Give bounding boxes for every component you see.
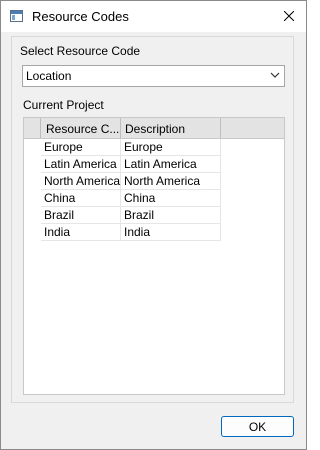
row-header-corner <box>24 118 41 138</box>
cell-description[interactable]: China <box>121 190 221 207</box>
resource-code-selected-value: Location <box>26 69 72 83</box>
cell-text: Brazil <box>44 208 75 222</box>
ok-button-label: OK <box>248 420 267 434</box>
resource-code-dropdown[interactable]: Location <box>22 65 285 87</box>
app-window-icon <box>10 10 23 22</box>
cell-text: Latin America <box>44 157 117 171</box>
cell-description[interactable]: Brazil <box>121 207 221 224</box>
column-header-label: Resource C... <box>46 122 120 136</box>
cell-text: Latin America <box>124 157 197 171</box>
column-header-label: Description <box>125 122 186 136</box>
table-row[interactable]: Latin America Latin America <box>41 156 221 173</box>
cell-resource-code[interactable]: Brazil <box>41 207 121 224</box>
table-row[interactable]: North America North America <box>41 173 221 190</box>
close-button[interactable] <box>272 1 306 32</box>
cell-resource-code[interactable]: China <box>41 190 121 207</box>
resource-codes-grid: Resource C... Description Europe Europe … <box>23 117 285 395</box>
table-row[interactable]: Brazil Brazil <box>41 207 221 224</box>
cell-text: Europe <box>44 140 83 154</box>
cell-text: China <box>44 191 76 205</box>
cell-description[interactable]: Latin America <box>121 156 221 173</box>
cell-description[interactable]: India <box>121 224 221 241</box>
cell-description[interactable]: North America <box>121 173 221 190</box>
cell-text: India <box>44 225 71 239</box>
window-title: Resource Codes <box>32 9 129 24</box>
column-header-resource-code[interactable]: Resource C... <box>41 118 121 138</box>
cell-text: North America <box>124 174 201 188</box>
column-header-description[interactable]: Description <box>121 118 221 138</box>
title-bar: Resource Codes <box>1 1 306 32</box>
select-resource-code-label: Select Resource Code <box>20 44 141 58</box>
cell-text: North America <box>44 174 121 188</box>
table-row[interactable]: India India <box>41 224 221 241</box>
table-row[interactable]: Europe Europe <box>41 139 221 156</box>
cell-text: Europe <box>124 140 163 154</box>
grid-header: Resource C... Description <box>24 118 284 139</box>
cell-text: China <box>124 191 156 205</box>
cell-text: India <box>124 225 151 239</box>
chevron-down-icon <box>270 72 280 78</box>
cell-resource-code[interactable]: Latin America <box>41 156 121 173</box>
cell-resource-code[interactable]: India <box>41 224 121 241</box>
cell-resource-code[interactable]: North America <box>41 173 121 190</box>
ok-button[interactable]: OK <box>221 416 294 437</box>
cell-text: Brazil <box>124 208 155 222</box>
cell-description[interactable]: Europe <box>121 139 221 156</box>
close-icon <box>284 11 294 21</box>
current-project-label: Current Project <box>23 98 104 112</box>
cell-resource-code[interactable]: Europe <box>41 139 121 156</box>
grid-rows: Europe Europe Latin America Latin Americ… <box>41 139 221 241</box>
table-row[interactable]: China China <box>41 190 221 207</box>
